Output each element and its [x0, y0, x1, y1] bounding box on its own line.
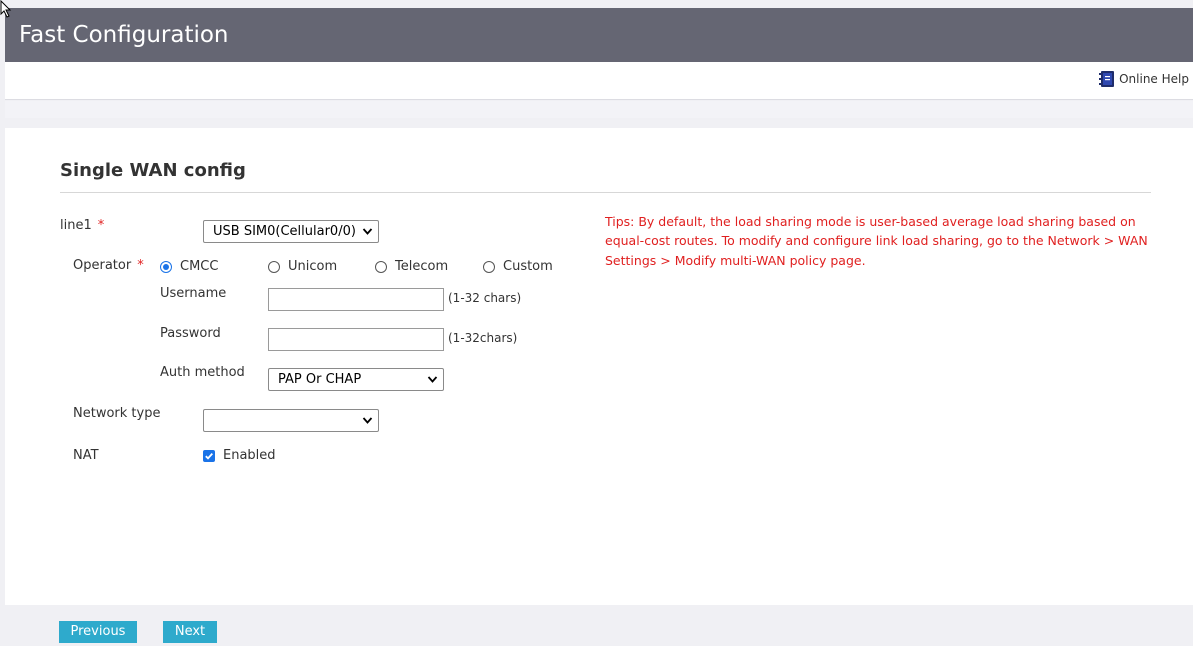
- radio-label: Telecom: [395, 259, 449, 274]
- line1-select[interactable]: USB SIM0(Cellular0/0): [203, 220, 379, 243]
- nat-enabled-label: Enabled: [223, 448, 276, 463]
- operator-label: Operator *: [73, 258, 144, 273]
- chevron-down-icon: [362, 417, 373, 424]
- operator-radio-unicom[interactable]: Unicom: [268, 259, 337, 274]
- username-input[interactable]: [268, 288, 444, 311]
- nat-enabled-option: Enabled: [203, 448, 276, 463]
- username-label: Username: [160, 286, 227, 301]
- auth-method-select[interactable]: PAP Or CHAP: [268, 368, 444, 391]
- operator-radio-custom[interactable]: Custom: [483, 259, 553, 274]
- radio-unselected-icon: [483, 260, 495, 273]
- help-book-icon: [1099, 71, 1115, 87]
- operator-label-text: Operator: [73, 258, 132, 273]
- required-mark: *: [97, 218, 105, 233]
- footer-bar: Previous Next: [5, 605, 1193, 646]
- previous-button[interactable]: Previous: [59, 621, 137, 643]
- network-type-select[interactable]: [203, 409, 379, 432]
- checkmark-icon: [205, 452, 213, 460]
- separator-band: [5, 101, 1193, 118]
- page-title: Fast Configuration: [19, 22, 229, 48]
- online-help-label: Online Help: [1119, 72, 1189, 86]
- online-help-link[interactable]: Online Help: [1098, 69, 1189, 89]
- username-hint: (1-32 chars): [448, 291, 522, 305]
- help-bar: Online Help: [5, 62, 1193, 100]
- required-mark: *: [137, 258, 144, 273]
- radio-label: Unicom: [288, 259, 338, 274]
- radio-unselected-icon: [268, 260, 280, 273]
- chevron-down-icon: [427, 376, 438, 383]
- operator-radio-cmcc[interactable]: CMCC: [160, 259, 218, 274]
- password-label: Password: [160, 326, 221, 341]
- chevron-down-icon: [362, 228, 373, 235]
- auth-method-label: Auth method: [160, 365, 245, 380]
- operator-radio-telecom[interactable]: Telecom: [375, 259, 448, 274]
- auth-method-select-value: PAP Or CHAP: [278, 372, 362, 387]
- mouse-cursor-icon: [0, 0, 12, 18]
- nat-enabled-checkbox[interactable]: [203, 449, 215, 462]
- radio-selected-icon: [160, 260, 172, 273]
- radio-label: CMCC: [180, 259, 219, 274]
- network-type-label: Network type: [73, 406, 161, 421]
- section-divider: [60, 192, 1151, 193]
- line1-select-value: USB SIM0(Cellular0/0): [213, 224, 356, 239]
- password-hint: (1-32chars): [448, 331, 518, 345]
- line1-label-text: line1: [60, 218, 92, 233]
- page-title-bar: Fast Configuration: [5, 8, 1193, 62]
- radio-unselected-icon: [375, 260, 387, 273]
- config-panel: Single WAN config line1 * USB SIM0(Cellul…: [5, 128, 1193, 605]
- nat-label: NAT: [73, 448, 99, 463]
- section-title: Single WAN config: [60, 160, 246, 181]
- tips-text: Tips: By default, the load sharing mode …: [605, 214, 1148, 268]
- line1-label: line1 *: [60, 218, 104, 233]
- next-button[interactable]: Next: [163, 621, 217, 643]
- radio-label: Custom: [503, 259, 553, 274]
- password-input[interactable]: [268, 328, 444, 351]
